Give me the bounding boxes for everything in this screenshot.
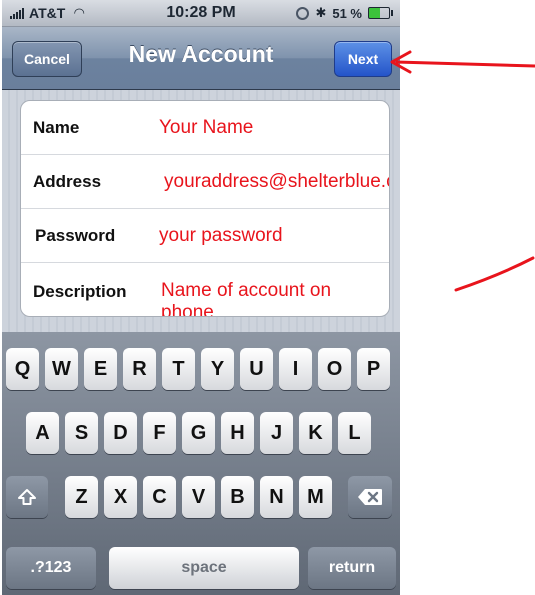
key-r[interactable]: R <box>123 348 156 390</box>
next-button[interactable]: Next <box>334 41 392 77</box>
password-label: Password <box>35 226 116 245</box>
address-row[interactable]: Address youraddress@shelterblue.com <box>21 155 389 209</box>
key-b[interactable]: B <box>221 476 254 518</box>
key-c[interactable]: C <box>143 476 176 518</box>
return-key[interactable]: return <box>308 547 396 589</box>
key-u[interactable]: U <box>240 348 273 390</box>
key-z[interactable]: Z <box>65 476 98 518</box>
shift-key[interactable] <box>6 476 48 518</box>
numbers-key[interactable]: .?123 <box>6 547 96 589</box>
key-g[interactable]: G <box>182 412 215 454</box>
backspace-icon <box>358 489 382 505</box>
backspace-key[interactable] <box>348 476 392 518</box>
battery-icon <box>368 7 393 19</box>
form-area: Name Your Name Address youraddress@shelt… <box>2 90 400 332</box>
status-right: ✱ 51 % <box>296 5 393 21</box>
shift-icon <box>18 489 36 505</box>
keyboard: Q W E R T Y U I O P A S D F G H J K L Z … <box>2 332 400 595</box>
password-field[interactable]: your password <box>159 225 283 247</box>
address-field[interactable]: youraddress@shelterblue.com <box>164 171 389 193</box>
description-field[interactable]: Name of account on phone <box>161 280 389 316</box>
pointer-line-to-description <box>454 256 535 292</box>
address-label: Address <box>33 172 102 191</box>
iphone-screen: AT&T ◠ 10:28 PM ✱ 51 % Cancel New Accoun… <box>2 0 400 595</box>
key-l[interactable]: L <box>338 412 371 454</box>
key-n[interactable]: N <box>260 476 293 518</box>
orientation-lock-icon <box>296 6 310 20</box>
key-k[interactable]: K <box>299 412 332 454</box>
navigation-bar: Cancel New Account Next <box>2 27 400 90</box>
description-label: Description <box>33 282 127 301</box>
key-m[interactable]: M <box>299 476 332 518</box>
key-f[interactable]: F <box>143 412 176 454</box>
key-q[interactable]: Q <box>6 348 39 390</box>
bluetooth-icon: ✱ <box>315 5 327 20</box>
password-row[interactable]: Password your password <box>21 209 389 263</box>
name-field[interactable]: Your Name <box>159 117 253 139</box>
key-i[interactable]: I <box>279 348 312 390</box>
account-form: Name Your Name Address youraddress@shelt… <box>20 100 390 317</box>
key-h[interactable]: H <box>221 412 254 454</box>
key-w[interactable]: W <box>45 348 78 390</box>
space-key[interactable]: space <box>109 547 299 589</box>
key-x[interactable]: X <box>104 476 137 518</box>
key-a[interactable]: A <box>26 412 59 454</box>
name-row[interactable]: Name Your Name <box>21 101 389 155</box>
name-label: Name <box>33 118 80 137</box>
key-v[interactable]: V <box>182 476 215 518</box>
key-s[interactable]: S <box>65 412 98 454</box>
status-bar: AT&T ◠ 10:28 PM ✱ 51 % <box>2 0 400 27</box>
key-y[interactable]: Y <box>201 348 234 390</box>
key-t[interactable]: T <box>162 348 195 390</box>
arrow-to-next-icon <box>390 50 535 74</box>
battery-percent: 51 % <box>332 5 362 21</box>
key-j[interactable]: J <box>260 412 293 454</box>
key-e[interactable]: E <box>84 348 117 390</box>
key-o[interactable]: O <box>318 348 351 390</box>
key-p[interactable]: P <box>357 348 390 390</box>
description-row[interactable]: Description Name of account on phone <box>21 263 389 316</box>
key-d[interactable]: D <box>104 412 137 454</box>
